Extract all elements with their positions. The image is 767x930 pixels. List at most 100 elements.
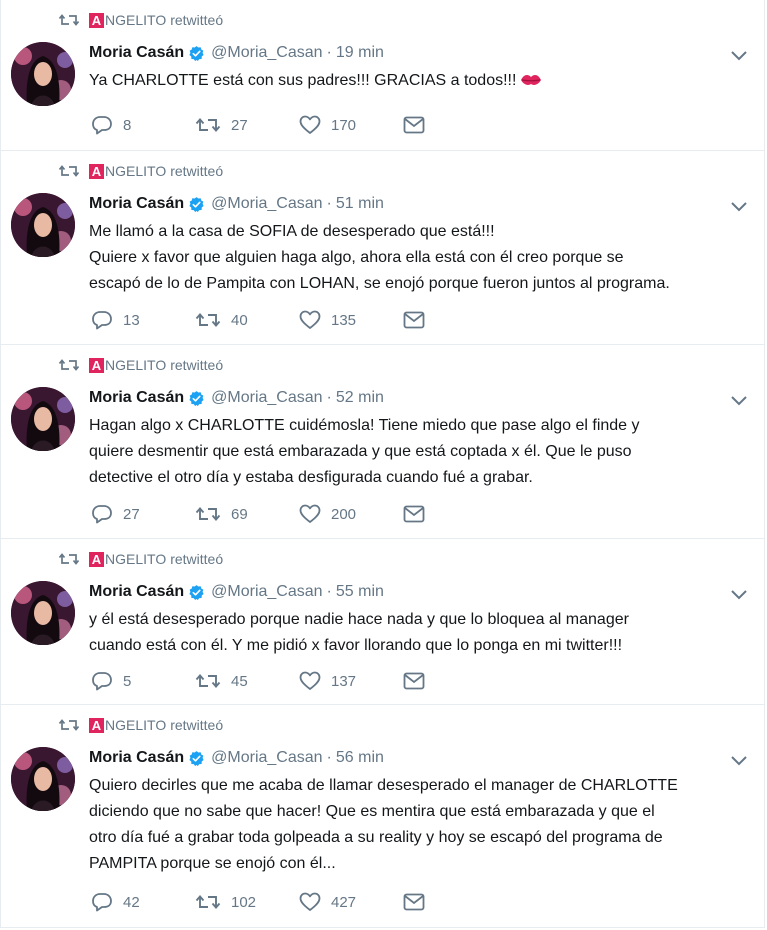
retweet-verb: retwitteó	[170, 357, 224, 373]
chevron-down-icon[interactable]	[730, 587, 748, 600]
retweet-button[interactable]: 102	[195, 893, 299, 911]
tweet[interactable]: A NGELITO retwitteó Moria Casán @Moria_C…	[1, 704, 764, 928]
reply-button[interactable]: 5	[91, 671, 195, 691]
tweet-text-content: Me llamó a la casa de SOFIA de desespera…	[89, 223, 495, 240]
retweeter-name[interactable]: NGELITO	[105, 357, 166, 373]
like-button[interactable]: 200	[299, 504, 403, 524]
retweeter-name[interactable]: NGELITO	[105, 551, 166, 567]
brand-logo-icon: A	[89, 357, 104, 373]
reply-button[interactable]: 8	[91, 115, 195, 135]
reply-icon	[92, 505, 112, 524]
tweet-timestamp[interactable]: 51 min	[336, 195, 384, 213]
tweet[interactable]: A NGELITO retwitteó Moria Casán @Moria_C…	[1, 150, 764, 344]
tweet-text-line: Quiero decirles que me acaba de llamar d…	[89, 773, 752, 799]
tweet-actions: 42 102 427	[91, 891, 435, 913]
envelope-icon	[403, 116, 425, 134]
tweet-text-line: diciendo que no sabe que hacer! Que es m…	[89, 799, 752, 825]
envelope-icon	[403, 672, 425, 690]
chevron-down-icon[interactable]	[730, 199, 748, 212]
retweet-button[interactable]: 27	[195, 116, 299, 134]
author-name[interactable]: Moria Casán	[89, 389, 184, 407]
retweet-icon	[195, 507, 221, 521]
author-name[interactable]: Moria Casán	[89, 583, 184, 601]
tweet[interactable]: A NGELITO retwitteó Moria Casán @Moria_C…	[1, 344, 764, 538]
direct-message-button[interactable]	[403, 893, 435, 911]
like-count: 170	[331, 116, 357, 134]
reply-icon	[92, 116, 112, 135]
avatar[interactable]	[11, 387, 75, 451]
reply-button[interactable]: 27	[91, 504, 195, 524]
envelope-icon	[403, 311, 425, 329]
chevron-down-icon[interactable]	[730, 393, 748, 406]
tweet-text-line: cuando está con él. Y me pidió x favor l…	[89, 633, 752, 659]
retweet-button[interactable]: 69	[195, 505, 299, 523]
retweet-icon	[59, 13, 79, 27]
direct-message-button[interactable]	[403, 116, 435, 134]
avatar[interactable]	[11, 747, 75, 811]
author-name[interactable]: Moria Casán	[89, 749, 184, 767]
verified-badge-icon	[188, 750, 205, 767]
chevron-down-icon[interactable]	[730, 48, 748, 61]
tweet-text-line: Me llamó a la casa de SOFIA de desespera…	[89, 219, 752, 245]
retweet-icon	[195, 313, 221, 327]
separator-dot: ·	[326, 389, 332, 406]
tweet-timestamp[interactable]: 56 min	[336, 749, 384, 767]
direct-message-button[interactable]	[403, 505, 435, 523]
retweet-count: 69	[231, 505, 248, 523]
tweet-actions: 13 40 135	[91, 309, 435, 331]
retweet-count: 27	[231, 116, 248, 134]
author-handle[interactable]: @Moria_Casan	[211, 583, 322, 601]
tweet-timestamp[interactable]: 19 min	[336, 44, 384, 62]
tweet[interactable]: A NGELITO retwitteó Moria Casán @Moria_C…	[1, 538, 764, 704]
reply-count: 8	[123, 116, 132, 134]
avatar[interactable]	[11, 581, 75, 645]
reply-button[interactable]: 13	[91, 310, 195, 330]
chevron-down-icon[interactable]	[730, 753, 748, 766]
retweeter-name[interactable]: NGELITO	[105, 717, 166, 733]
tweet-text: Hagan algo x CHARLOTTE cuidémosla! Tiene…	[89, 413, 752, 491]
tweet-text-content: escapó de lo de Pampita con LOHAN, se en…	[89, 275, 670, 292]
like-count: 427	[331, 893, 357, 911]
reply-icon	[92, 311, 112, 330]
tweet[interactable]: A NGELITO retwitteó Moria Casán @Moria_C…	[1, 0, 764, 150]
tweet-timestamp[interactable]: 55 min	[336, 583, 384, 601]
retweet-button[interactable]: 45	[195, 672, 299, 690]
separator-dot: ·	[326, 583, 332, 600]
author-handle[interactable]: @Moria_Casan	[211, 195, 322, 213]
verified-badge-icon	[188, 584, 205, 601]
direct-message-button[interactable]	[403, 311, 435, 329]
tweet-header: Moria Casán @Moria_Casan · 56 min	[89, 749, 384, 767]
like-button[interactable]: 137	[299, 671, 403, 691]
direct-message-button[interactable]	[403, 672, 435, 690]
author-handle[interactable]: @Moria_Casan	[211, 749, 322, 767]
retweet-button[interactable]: 40	[195, 311, 299, 329]
retweeter-name[interactable]: NGELITO	[105, 163, 166, 179]
tweet-actions: 5 45 137	[91, 670, 435, 692]
tweet-text-content: detective el otro día y estaba desfigura…	[89, 469, 533, 486]
reply-button[interactable]: 42	[91, 892, 195, 912]
author-name[interactable]: Moria Casán	[89, 195, 184, 213]
author-name[interactable]: Moria Casán	[89, 44, 184, 62]
retweet-icon	[195, 118, 221, 132]
tweet-text-content: cuando está con él. Y me pidió x favor l…	[89, 637, 623, 654]
tweet-text-content: diciendo que no sabe que hacer! Que es m…	[89, 803, 655, 820]
retweet-icon	[59, 552, 79, 566]
tweet-text-content: otro día fué a grabar toda golpeada a su…	[89, 829, 663, 846]
tweet-timestamp[interactable]: 52 min	[336, 389, 384, 407]
author-handle[interactable]: @Moria_Casan	[211, 44, 322, 62]
tweet-text-line: detective el otro día y estaba desfigura…	[89, 465, 752, 491]
avatar[interactable]	[11, 42, 75, 106]
tweet-text: Ya CHARLOTTE está con sus padres!!! GRAC…	[89, 68, 752, 94]
brand-logo-icon: A	[89, 12, 104, 28]
reply-icon	[92, 893, 112, 912]
tweet-text: Me llamó a la casa de SOFIA de desespera…	[89, 219, 752, 297]
retweet-context: A NGELITO retwitteó	[59, 355, 223, 375]
like-button[interactable]: 170	[299, 115, 403, 135]
like-button[interactable]: 427	[299, 892, 403, 912]
tweet-text-line: PAMPITA porque se enojó con él...	[89, 851, 752, 877]
like-button[interactable]: 135	[299, 310, 403, 330]
retweeter-name[interactable]: NGELITO	[105, 12, 166, 28]
avatar[interactable]	[11, 193, 75, 257]
author-handle[interactable]: @Moria_Casan	[211, 389, 322, 407]
tweet-text: y él está desesperado porque nadie hace …	[89, 607, 752, 659]
